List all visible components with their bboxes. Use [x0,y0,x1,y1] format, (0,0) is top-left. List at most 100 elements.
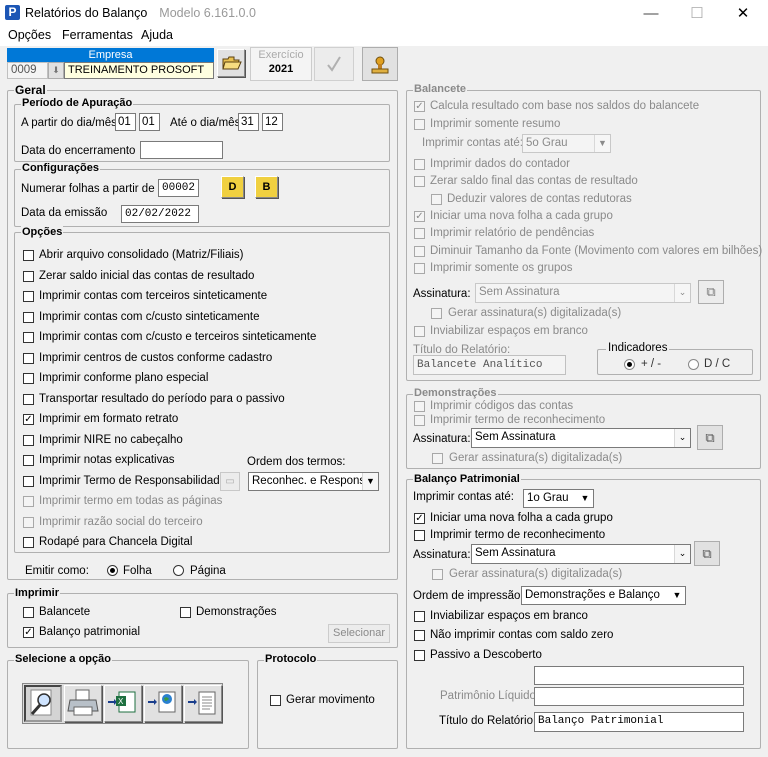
chevron-down-icon: ⌄ [674,545,690,563]
geral-opcoes-items-checkbox-13[interactable] [23,516,34,528]
to-month-input[interactable]: 12 [262,113,283,131]
geral-opcoes-items-checkbox-8[interactable]: ✓ [23,414,34,425]
balancete-items2-checkbox-5[interactable] [414,245,425,257]
export-excel-button[interactable]: X [104,685,142,722]
close-button[interactable]: ✕ [720,0,766,27]
menu-opcoes[interactable]: Opções [8,28,51,42]
geral-opcoes-items-checkbox-11[interactable] [23,475,34,487]
bp-ordem-label: Ordem de impressão: [413,590,524,602]
emitir-label: Emitir como: [25,565,89,577]
to-day-input[interactable]: 31 [238,113,259,131]
termo-resp-button[interactable]: ▭ [220,472,240,491]
geral-opcoes-items-checkbox-14[interactable] [23,537,34,548]
geral-opcoes-items-checkbox-5[interactable] [23,352,34,364]
export-web-button[interactable] [144,685,182,722]
print-button[interactable] [64,685,102,722]
maximize-button[interactable]: ☐ [674,0,720,27]
from-day-input[interactable]: 01 [115,113,136,131]
preview-button[interactable] [24,685,62,722]
menu-ferramentas[interactable]: Ferramentas [62,28,133,42]
geral-opcoes-items-label-4: Imprimir contas com c/custo e terceiros … [39,331,317,343]
geral-opcoes-items-checkbox-7[interactable] [23,393,34,405]
bal-titulo-input[interactable]: Balancete Analítico [413,355,566,375]
chevron-down-icon: ⌄ [674,429,690,447]
geral-opcoes-items-checkbox-6[interactable] [23,373,34,384]
bp-contas-select[interactable]: 1o Grau ▼ [523,489,594,508]
from-month-input[interactable]: 01 [139,113,160,131]
numerar-label: Numerar folhas a partir de [21,183,155,195]
geral-opcoes-items-checkbox-9[interactable] [23,434,34,446]
balancete-items2-checkbox-1[interactable] [414,176,425,188]
balanco-checkbox[interactable]: ✓ [23,627,34,638]
dc-label: D / C [704,358,731,370]
bp-termo-checkbox[interactable] [414,530,425,541]
balancete-items2-checkbox-3[interactable]: ✓ [414,210,425,222]
radio-folha[interactable] [107,565,118,576]
bp-nao-imprimir-checkbox[interactable] [414,630,425,641]
dem-assinatura-select[interactable]: Sem Assinatura ⌄ [471,428,691,448]
radio-pagina[interactable] [173,565,184,576]
geral-title: Geral [14,83,47,97]
btn-d[interactable]: D [221,176,244,198]
geral-opcoes-items-checkbox-1[interactable] [23,270,34,282]
empresa-lookup-button[interactable]: ⬇ [48,62,64,79]
encerramento-input[interactable] [140,141,223,159]
bp-passivo-input[interactable] [534,666,744,685]
gerar-movimento-checkbox[interactable] [270,695,281,706]
btn-b[interactable]: B [255,176,278,198]
selecionar-button[interactable]: Selecionar [328,624,390,643]
demonstracoes-checkbox[interactable] [180,607,191,618]
balancete-items2-label-2: Deduzir valores de contas redutoras [447,192,632,205]
balancete-items-checkbox-0[interactable]: ✓ [414,101,425,112]
dem-gerar-checkbox[interactable] [432,453,443,464]
minimize-button[interactable]: — [628,0,674,27]
balancete-checkbox[interactable] [23,607,34,618]
bp-inviabilizar-checkbox[interactable] [414,611,425,622]
dem-termo-checkbox[interactable] [414,415,425,426]
empresa-code[interactable]: 0009 [7,62,48,79]
bp-assinatura-button[interactable]: ⧉ [694,541,720,566]
geral-opcoes-items-checkbox-12[interactable] [23,496,34,507]
bp-pl-input[interactable] [534,687,744,706]
radio-mais-menos[interactable] [624,359,635,370]
svg-text:X: X [118,697,124,706]
bp-nova-folha-checkbox[interactable]: ✓ [414,513,425,524]
open-folder-icon [222,56,242,70]
numerar-input[interactable]: 00002 [158,179,199,197]
balancete-items-checkbox-1[interactable] [414,119,425,130]
dem-gerar-label: Gerar assinatura(s) digitalizada(s) [449,452,623,464]
radio-dc[interactable] [688,359,699,370]
bp-titulo-input[interactable]: Balanço Patrimonial [534,712,744,732]
bp-assinatura-select[interactable]: Sem Assinatura ⌄ [471,544,691,564]
open-folder-button[interactable] [217,49,245,77]
bal-contas-select[interactable]: 5o Grau ▼ [522,134,611,153]
bal-gerar-assinatura-checkbox[interactable] [431,308,442,319]
bp-contas-label: Imprimir contas até: [413,491,514,503]
mais-menos-label: + / - [641,358,662,370]
emissao-input[interactable]: 02/02/2022 [121,205,199,223]
geral-opcoes-items-checkbox-2[interactable] [23,291,34,302]
export-text-button[interactable] [184,685,222,722]
opcoes-title: Opções [21,226,64,238]
balancete-items2-checkbox-2[interactable] [431,193,442,205]
dem-codigos-checkbox[interactable] [414,401,425,412]
bal-assinatura-button[interactable]: ⧉ [698,280,724,304]
menu-ajuda[interactable]: Ajuda [141,28,173,42]
geral-opcoes-items-checkbox-3[interactable] [23,311,34,323]
bal-inviabilizar-checkbox[interactable] [414,326,425,337]
dem-assinatura-button[interactable]: ⧉ [697,425,723,450]
confirm-button[interactable] [314,47,354,81]
bp-ordem-select[interactable]: Demonstrações e Balanço ▼ [521,586,686,605]
bp-passivo-checkbox[interactable] [414,650,425,661]
bp-gerar-checkbox[interactable] [432,569,443,580]
bal-assinatura-select[interactable]: Sem Assinatura ⌄ [475,283,691,303]
balancete-items2-checkbox-0[interactable] [414,159,425,170]
print-setup-button[interactable] [362,47,398,81]
geral-opcoes-items-checkbox-0[interactable] [23,250,34,261]
ordem-select[interactable]: Reconhec. e Respons. ▼ [248,472,379,491]
arrow-down-icon: ⬇ [52,65,60,75]
balancete-items2-checkbox-4[interactable] [414,228,425,240]
geral-opcoes-items-checkbox-4[interactable] [23,332,34,343]
balancete-items2-checkbox-6[interactable] [414,262,425,274]
geral-opcoes-items-checkbox-10[interactable] [23,455,34,466]
